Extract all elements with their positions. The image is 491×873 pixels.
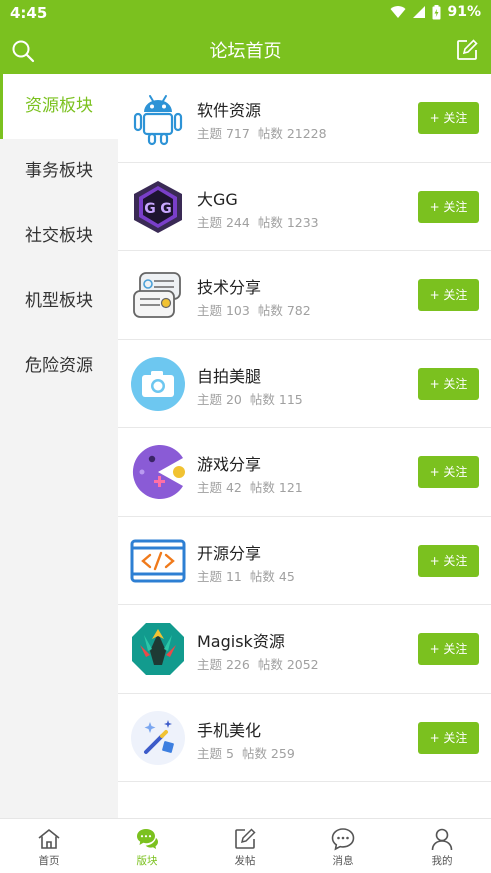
status-time: 4:45	[10, 4, 48, 22]
magic-wand-icon	[131, 710, 185, 765]
list-item[interactable]: Magisk资源 主题 226 帖数 2052 + 关注	[118, 605, 491, 694]
nav-label: 首页	[38, 855, 60, 867]
forum-name: 技术分享	[197, 278, 262, 297]
chat-bubbles-icon	[133, 272, 181, 318]
sidebar-item-label: 危险资源	[25, 356, 93, 376]
gameguardian-icon: G G	[134, 180, 182, 233]
message-icon	[331, 828, 355, 851]
post-count: 帖数 121	[249, 480, 303, 495]
follow-button[interactable]: + 关注	[418, 544, 479, 577]
sidebar-item-models[interactable]: 机型板块	[0, 269, 118, 334]
sidebar-item-social[interactable]: 社交板块	[0, 204, 118, 269]
category-sidebar: 资源板块 事务板块 社交板块 机型板块 危险资源	[0, 74, 118, 818]
forum-stats: 主题 717 帖数 21228	[197, 123, 327, 142]
follow-button[interactable]: + 关注	[418, 456, 479, 488]
follow-button[interactable]: + 关注	[418, 190, 479, 223]
forum-name: 软件资源	[197, 101, 262, 120]
forum-stats: 主题 42 帖数 121	[197, 477, 303, 496]
post-count: 帖数 115	[249, 391, 303, 407]
post-count: 帖数 1233	[257, 214, 319, 230]
forum-list: 软件资源 主题 717 帖数 21228 + 关注 G G 大GG 主题 244 帖…	[118, 74, 491, 818]
follow-button[interactable]: + 关注	[418, 279, 479, 311]
sidebar-item-dangerous[interactable]: 危险资源	[0, 334, 118, 399]
nav-label: 我的	[431, 855, 453, 867]
app-screen: 4:45 91% 论坛首页 资源板块 事务板块 社交板块 机型板块 危险资源 软…	[0, 0, 491, 873]
list-item[interactable]: 开源分享 主题 11 帖数 45 + 关注	[118, 517, 491, 605]
topic-count: 主题 11	[197, 568, 242, 584]
topic-count: 主题 103	[197, 303, 250, 318]
svg-text:G: G	[144, 201, 156, 217]
topic-count: 主题 226	[197, 657, 250, 672]
svg-text:G: G	[160, 201, 172, 217]
topic-count: 主题 20	[197, 391, 242, 407]
list-item[interactable]: 自拍美腿 主题 20 帖数 115 + 关注	[118, 340, 491, 428]
compose-icon[interactable]	[456, 39, 478, 61]
sidebar-item-label: 资源板块	[25, 96, 93, 116]
page-title: 论坛首页	[209, 41, 282, 62]
status-indicators: 91%	[390, 4, 481, 20]
home-icon	[38, 829, 60, 849]
active-indicator	[0, 74, 3, 139]
nav-item-boards[interactable]: 版块	[98, 819, 196, 873]
forum-stats: 主题 226 帖数 2052	[197, 654, 319, 673]
sidebar-item-resources[interactable]: 资源板块	[0, 74, 118, 139]
nav-label: 发帖	[234, 855, 256, 867]
post-count: 帖数 259	[241, 745, 295, 761]
list-item[interactable]: 技术分享 主题 103 帖数 782 + 关注	[118, 251, 491, 340]
sidebar-item-label: 机型板块	[25, 291, 93, 311]
nav-item-home[interactable]: 首页	[0, 819, 98, 873]
follow-button[interactable]: + 关注	[418, 367, 479, 400]
battery-icon	[432, 4, 441, 19]
forum-name: 游戏分享	[197, 455, 262, 474]
list-item[interactable]: 软件资源 主题 717 帖数 21228 + 关注	[118, 74, 491, 163]
list-item[interactable]: G G 大GG 主题 244 帖数 1233 + 关注	[118, 163, 491, 251]
camera-icon	[131, 356, 185, 411]
app-bar: 论坛首页	[0, 28, 491, 74]
forum-name: 大GG	[197, 189, 238, 209]
forum-stats: 主题 244 帖数 1233	[197, 212, 319, 231]
forum-name: 开源分享	[197, 543, 262, 563]
follow-button[interactable]: + 关注	[418, 633, 479, 665]
forum-stats: 主题 20 帖数 115	[197, 389, 303, 408]
nav-item-profile[interactable]: 我的	[393, 819, 491, 873]
android-robot-icon	[133, 95, 183, 146]
forum-stats: 主题 5 帖数 259	[197, 743, 295, 762]
forum-name: 自拍美腿	[197, 366, 262, 386]
sidebar-item-label: 社交板块	[25, 226, 93, 246]
battery-percent: 91%	[447, 4, 481, 20]
sidebar-item-label: 事务板块	[25, 161, 93, 181]
code-window-icon	[130, 539, 186, 582]
topic-count: 主题 5	[197, 745, 234, 761]
forum-name: Magisk资源	[197, 632, 285, 651]
list-item[interactable]: 手机美化 主题 5 帖数 259 + 关注	[118, 694, 491, 782]
post-count: 帖数 21228	[257, 126, 327, 141]
bottom-navigation: 首页 版块 发帖 消息 我的	[0, 818, 491, 873]
person-icon	[431, 828, 453, 851]
forum-stats: 主题 103 帖数 782	[197, 300, 311, 319]
post-count: 帖数 2052	[257, 657, 319, 672]
topic-count: 主题 42	[197, 480, 242, 495]
list-item[interactable]: 游戏分享 主题 42 帖数 121 + 关注	[118, 428, 491, 517]
compose-icon	[235, 828, 256, 849]
topic-count: 主题 717	[197, 126, 250, 141]
follow-button[interactable]: + 关注	[418, 102, 479, 134]
chat-bubbles-icon	[137, 829, 158, 849]
pacman-icon	[132, 445, 185, 499]
signal-icon	[413, 6, 426, 18]
nav-item-post[interactable]: 发帖	[196, 819, 294, 873]
nav-item-messages[interactable]: 消息	[294, 819, 392, 873]
follow-button[interactable]: + 关注	[418, 721, 479, 754]
post-count: 帖数 45	[249, 568, 295, 584]
topic-count: 主题 244	[197, 214, 250, 230]
forum-stats: 主题 11 帖数 45	[197, 566, 295, 585]
status-bar: 4:45 91%	[0, 0, 491, 28]
nav-label: 消息	[332, 855, 354, 867]
nav-label: 版块	[136, 855, 158, 867]
sidebar-item-affairs[interactable]: 事务板块	[0, 139, 118, 204]
post-count: 帖数 782	[257, 303, 311, 318]
forum-name: 手机美化	[197, 720, 262, 740]
wifi-icon	[390, 6, 406, 19]
magisk-icon	[132, 623, 184, 675]
